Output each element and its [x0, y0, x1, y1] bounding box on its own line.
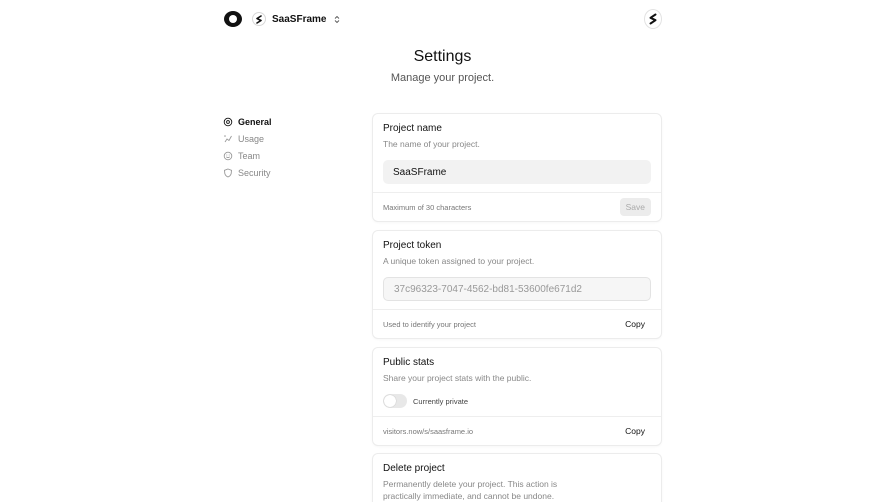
card-description: A unique token assigned to your project. — [383, 256, 535, 266]
toggle-label: Currently private — [413, 396, 469, 406]
project-name-input[interactable] — [383, 160, 651, 184]
card-title: Public stats — [383, 357, 435, 368]
card-description: The name of your project. — [383, 139, 480, 149]
card-footer-text: Maximum of 30 characters — [383, 202, 472, 212]
card-title: Delete project — [383, 463, 445, 474]
page-header: Settings Manage your project. — [0, 48, 885, 84]
chevron-up-down-icon — [332, 13, 342, 25]
page-title: Settings — [413, 48, 472, 65]
app-logo-icon[interactable] — [224, 11, 242, 27]
sidebar-item-usage[interactable]: Usage — [223, 130, 272, 147]
public-stats-card: Public stats Share your project stats wi… — [372, 347, 662, 446]
project-name-card: Project name The name of your project. M… — [372, 113, 662, 222]
settings-sidebar: General Usage Team Security — [223, 113, 272, 181]
sidebar-item-security[interactable]: Security — [223, 164, 272, 181]
sidebar-item-team[interactable]: Team — [223, 147, 272, 164]
sidebar-item-label: Usage — [238, 133, 265, 144]
user-avatar-icon[interactable] — [644, 9, 662, 29]
sidebar-item-label: Team — [238, 150, 261, 161]
smile-icon — [223, 151, 233, 160]
public-stats-toggle[interactable] — [383, 394, 407, 408]
project-name-label: SaaSFrame — [272, 13, 327, 25]
page-subtitle: Manage your project. — [390, 72, 495, 84]
top-bar: SaaSFrame — [0, 0, 885, 40]
sidebar-item-label: Security — [238, 167, 271, 178]
usage-icon — [224, 134, 232, 142]
project-token-card: Project token A unique token assigned to… — [372, 230, 662, 339]
project-token-field[interactable]: 37c96323-7047-4562-bd81-53600fe671d2 — [383, 277, 651, 301]
card-description: Permanently delete your project. This ac… — [383, 479, 558, 501]
shield-icon — [224, 168, 232, 177]
card-title: Project name — [383, 123, 442, 134]
saasframe-logo-icon — [252, 12, 266, 26]
copy-url-button[interactable]: Copy — [619, 422, 651, 440]
copy-token-button[interactable]: Copy — [619, 315, 651, 333]
sidebar-item-label: General — [238, 116, 272, 127]
gear-icon — [223, 117, 233, 126]
card-title: Project token — [383, 240, 442, 251]
delete-project-card: Delete project Permanently delete your p… — [372, 453, 662, 502]
sidebar-item-general[interactable]: General — [223, 113, 272, 130]
card-description: Share your project stats with the public… — [383, 373, 532, 383]
save-button[interactable]: Save — [619, 198, 651, 216]
card-footer-text: Used to identify your project — [383, 319, 476, 329]
project-switcher[interactable]: SaaSFrame — [252, 10, 342, 28]
public-stats-url: visitors.now/s/saasframe.io — [383, 426, 474, 436]
